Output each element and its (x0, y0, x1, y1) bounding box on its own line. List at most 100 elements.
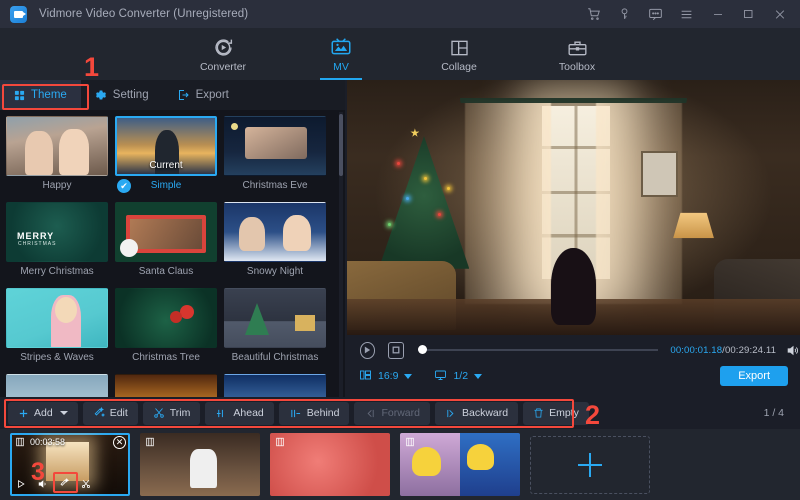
minimize-icon[interactable] (710, 7, 725, 22)
aspect-ratio-icon (359, 369, 372, 384)
film-icon (145, 437, 155, 450)
theme-label-text: Simple (151, 180, 182, 191)
tab-collage-label: Collage (441, 61, 477, 73)
close-icon[interactable]: ✕ (113, 436, 126, 449)
theme-label: Christmas Eve (224, 176, 326, 196)
tab-theme[interactable]: Theme (0, 80, 81, 110)
theme-thumbnail: Current (115, 116, 217, 176)
player-controls: 00:00:01.18/00:29:24.11 16:9 1/2 E (347, 335, 800, 392)
theme-item-simple[interactable]: Current ✔ Simple (115, 116, 217, 196)
theme-thumbnail (224, 202, 326, 262)
maximize-icon[interactable] (741, 7, 756, 22)
cart-icon[interactable] (586, 7, 601, 22)
close-icon[interactable] (772, 7, 787, 22)
clip-item-2[interactable] (140, 433, 260, 496)
tab-converter[interactable]: Converter (183, 28, 263, 80)
chevron-down-icon[interactable] (474, 374, 482, 379)
backward-button[interactable]: Backward (435, 402, 518, 425)
aspect-ratio-value: 16:9 (378, 370, 398, 382)
playhead-handle[interactable] (418, 345, 427, 354)
tab-mv[interactable]: MV (301, 28, 381, 80)
app-title: Vidmore Video Converter (Unregistered) (39, 8, 248, 20)
tab-export[interactable]: Export (163, 80, 243, 110)
current-time: 00:00:01.18 (670, 345, 722, 356)
theme-label: Stripes & Waves (6, 348, 108, 368)
play-icon[interactable] (16, 479, 26, 492)
scissors-icon[interactable] (81, 479, 91, 492)
grid-icon (14, 90, 25, 101)
theme-item-merry-christmas[interactable]: Merry Christmas (6, 202, 108, 282)
current-theme-badge: Current (117, 160, 215, 171)
editing-toolbar: Add Edit Trim Ahead (0, 397, 800, 429)
page-indicator: 1 / 4 (764, 407, 784, 419)
tab-mv-label: MV (333, 61, 349, 73)
video-preview[interactable] (347, 80, 800, 335)
converter-icon (213, 36, 234, 58)
clip-item-1[interactable]: 00:03:58 ✕ (10, 433, 130, 496)
chevron-down-icon[interactable] (60, 411, 68, 415)
theme-item-santa-claus[interactable]: Santa Claus (115, 202, 217, 282)
tab-setting-label: Setting (113, 89, 149, 101)
collage-icon (449, 36, 470, 58)
key-icon[interactable] (617, 7, 632, 22)
gear-icon (95, 89, 107, 101)
trim-button[interactable]: Trim (143, 402, 201, 425)
tab-toolbox[interactable]: Toolbox (537, 28, 617, 80)
screen-split-selector[interactable]: 1/2 (434, 369, 482, 384)
preview-frame-image (347, 80, 800, 335)
export-icon (177, 89, 190, 101)
clip-tools (16, 478, 91, 492)
ahead-button-label: Ahead (233, 407, 263, 419)
plus-icon (18, 408, 29, 419)
theme-item-christmas-eve[interactable]: Christmas Eve (224, 116, 326, 196)
clip-duration: 00:03:58 (30, 437, 65, 447)
empty-button[interactable]: Empty (523, 402, 589, 425)
theme-thumbnail (6, 202, 108, 262)
chevron-down-icon[interactable] (404, 374, 412, 379)
theme-label: ✔ Simple (115, 176, 217, 196)
total-time: 00:29:24.11 (725, 345, 776, 356)
app-logo-icon (10, 6, 27, 23)
theme-grid: Happy Current ✔ Simple Christmas Eve Mer… (0, 110, 345, 400)
tab-converter-label: Converter (200, 61, 246, 73)
tab-setting[interactable]: Setting (81, 80, 163, 110)
playback-progress-slider[interactable] (418, 349, 659, 351)
theme-label: Christmas Tree (115, 348, 217, 368)
stop-icon[interactable] (388, 342, 403, 359)
volume-icon[interactable] (785, 344, 800, 357)
feedback-icon[interactable] (648, 7, 663, 22)
tab-theme-label: Theme (31, 89, 67, 101)
clip-item-3[interactable] (270, 433, 390, 496)
theme-item-snowy-night[interactable]: Snowy Night (224, 202, 326, 282)
plus-icon (578, 453, 602, 477)
theme-thumbnail (6, 116, 108, 176)
volume-icon[interactable] (37, 479, 48, 492)
add-clip-button[interactable] (530, 436, 650, 494)
title-bar: Vidmore Video Converter (Unregistered) (0, 0, 800, 28)
aspect-ratio-selector[interactable]: 16:9 (359, 369, 412, 384)
theme-item-happy[interactable]: Happy (6, 116, 108, 196)
application-window: Vidmore Video Converter (Unregistered) (0, 0, 800, 500)
theme-scrollbar-thumb[interactable] (339, 114, 343, 176)
theme-label: Beautiful Christmas (224, 348, 326, 368)
play-icon[interactable] (360, 342, 375, 359)
ahead-button[interactable]: Ahead (205, 402, 273, 425)
clip-magic-wand-icon[interactable] (59, 478, 70, 492)
time-display: 00:00:01.18/00:29:24.11 (670, 345, 776, 356)
theme-item-stripes-waves[interactable]: Stripes & Waves (6, 288, 108, 368)
clip-item-4[interactable] (400, 433, 520, 496)
trash-icon (533, 407, 544, 419)
behind-button[interactable]: Behind (279, 402, 350, 425)
edit-button[interactable]: Edit (83, 402, 138, 425)
menu-icon[interactable] (679, 7, 694, 22)
theme-item-christmas-tree[interactable]: Christmas Tree (115, 288, 217, 368)
tab-export-label: Export (196, 89, 229, 101)
forward-button-label: Forward (381, 407, 420, 419)
add-button[interactable]: Add (8, 402, 78, 425)
theme-thumbnail (6, 288, 108, 348)
check-icon: ✔ (117, 179, 131, 193)
theme-item-beautiful-christmas[interactable]: Beautiful Christmas (224, 288, 326, 368)
export-button[interactable]: Export (720, 366, 788, 386)
tab-collage[interactable]: Collage (419, 28, 499, 80)
theme-thumbnail (115, 288, 217, 348)
